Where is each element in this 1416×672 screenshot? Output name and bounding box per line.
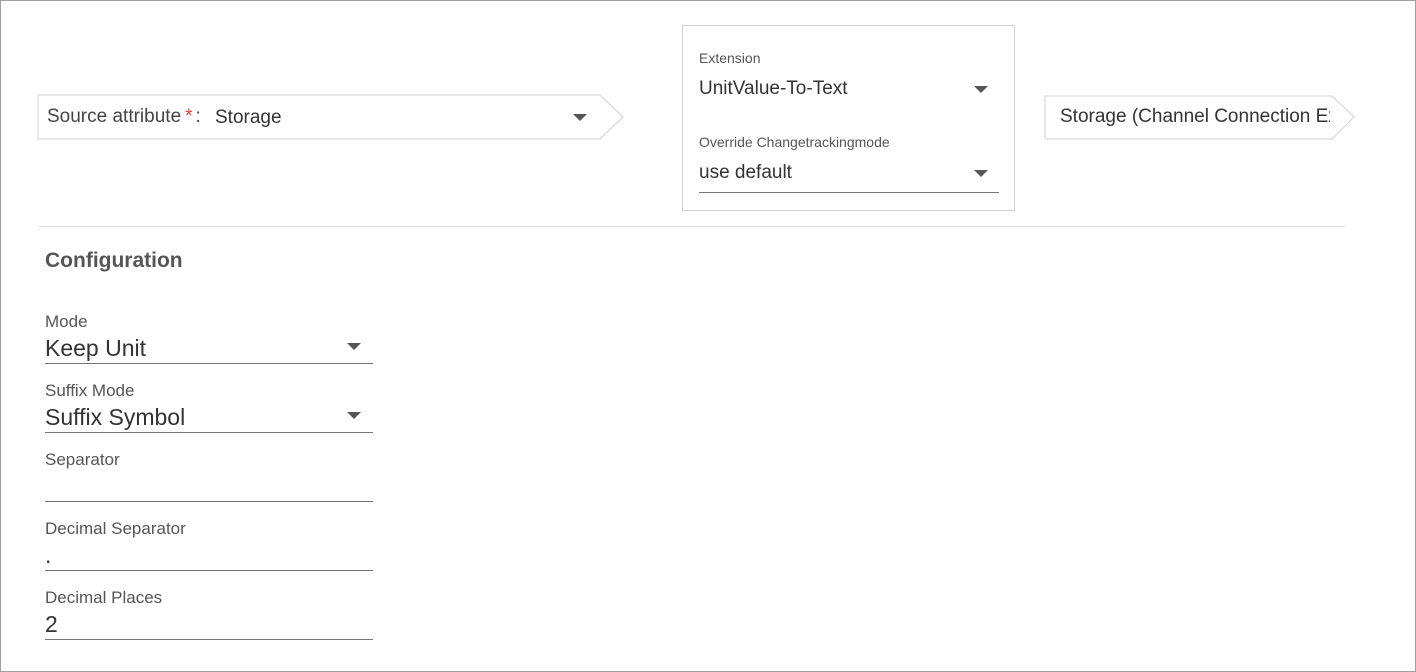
mode-value: Keep Unit: [45, 335, 147, 361]
configuration-title: Configuration: [45, 249, 183, 272]
override-changetracking-value: use default: [699, 162, 792, 183]
extension-value: UnitValue-To-Text: [699, 78, 848, 99]
suffix-mode-value: Suffix Symbol: [45, 404, 186, 430]
mode-select[interactable]: Mode Keep Unit: [45, 312, 373, 378]
chevron-down-icon[interactable]: [974, 86, 988, 93]
decimal-places-field[interactable]: Decimal Places 2: [45, 588, 373, 654]
suffix-mode-label: Suffix Mode: [45, 381, 135, 400]
suffix-mode-select[interactable]: Suffix Mode Suffix Symbol: [45, 381, 373, 447]
mapping-editor: Source attribute *: Storage Extension Uni…: [0, 0, 1416, 672]
source-attribute-select[interactable]: Source attribute *: Storage: [37, 94, 627, 141]
field-underline: [45, 570, 373, 571]
extension-label: Extension: [699, 50, 761, 66]
separator-field[interactable]: Separator: [45, 450, 373, 516]
source-attribute-value: Storage: [215, 107, 282, 128]
field-underline: [45, 432, 373, 433]
field-underline: [45, 501, 373, 502]
target-attribute-box[interactable]: Storage (Channel Connection Export): [1044, 95, 1358, 141]
decimal-places-value[interactable]: 2: [45, 611, 58, 638]
decimal-places-label: Decimal Places: [45, 588, 163, 607]
field-underline: [45, 363, 373, 364]
required-marker: *: [185, 106, 193, 127]
chevron-down-icon[interactable]: [573, 114, 587, 121]
separator-label: Separator: [45, 450, 120, 469]
field-underline: [45, 639, 373, 640]
decimal-separator-value[interactable]: .: [45, 542, 51, 569]
target-attribute-value: Storage (Channel Connection Export): [1060, 106, 1330, 127]
source-attribute-label: Source attribute *:: [47, 106, 201, 127]
extension-panel: Extension UnitValue-To-Text Override Cha…: [682, 25, 1015, 211]
chevron-down-icon[interactable]: [347, 412, 361, 419]
chevron-down-icon[interactable]: [347, 343, 361, 350]
decimal-separator-field[interactable]: Decimal Separator .: [45, 519, 373, 585]
select-underline: [699, 192, 999, 193]
mode-label: Mode: [45, 312, 88, 331]
chevron-down-icon[interactable]: [974, 170, 988, 177]
section-divider: [38, 226, 1345, 227]
decimal-separator-label: Decimal Separator: [45, 519, 186, 538]
override-changetracking-label: Override Changetrackingmode: [699, 134, 890, 150]
